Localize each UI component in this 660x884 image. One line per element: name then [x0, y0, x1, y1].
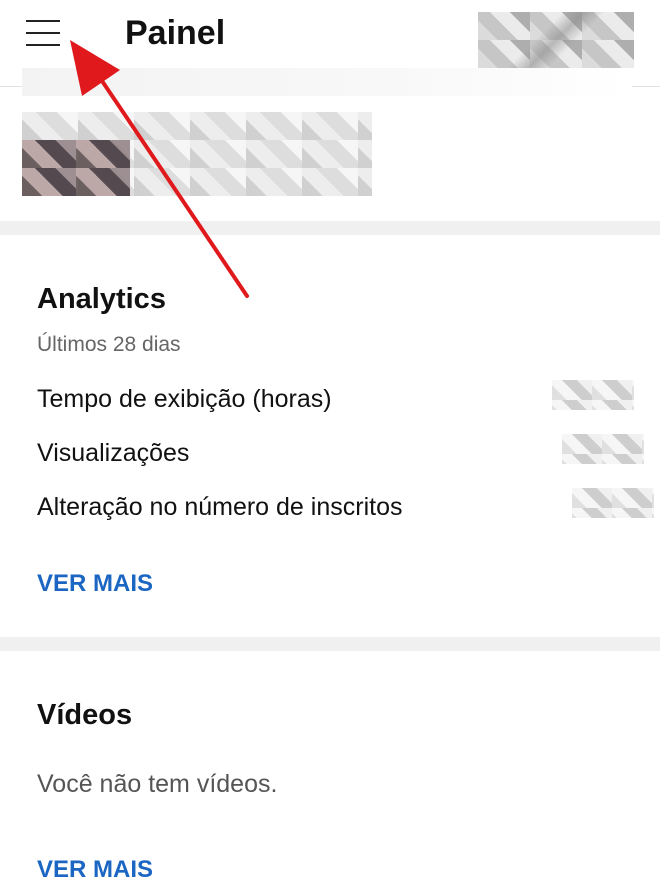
analytics-see-more-link[interactable]: VER MAIS	[37, 570, 153, 598]
metric-watch-time-label: Tempo de exibição (horas)	[37, 385, 332, 413]
videos-empty-message: Você não tem vídeos.	[37, 770, 278, 798]
hamburger-menu-icon[interactable]	[22, 14, 66, 54]
page-title: Painel	[125, 14, 226, 52]
metric-views-label: Visualizações	[37, 439, 190, 467]
analytics-period-label: Últimos 28 dias	[37, 333, 181, 356]
analytics-card-title: Analytics	[37, 283, 166, 315]
channel-avatar-redacted[interactable]	[22, 140, 130, 196]
metric-subscribers-label: Alteração no número de inscritos	[37, 493, 403, 521]
metric-watch-time-value-redacted	[552, 380, 634, 410]
account-avatar-redacted[interactable]	[478, 12, 634, 68]
profile-banner-redacted	[22, 68, 632, 96]
videos-card-title: Vídeos	[37, 699, 133, 731]
metric-views-value-redacted	[562, 434, 644, 464]
section-divider	[0, 637, 660, 651]
metric-subscribers-value-redacted	[572, 488, 654, 518]
section-divider	[0, 221, 660, 235]
